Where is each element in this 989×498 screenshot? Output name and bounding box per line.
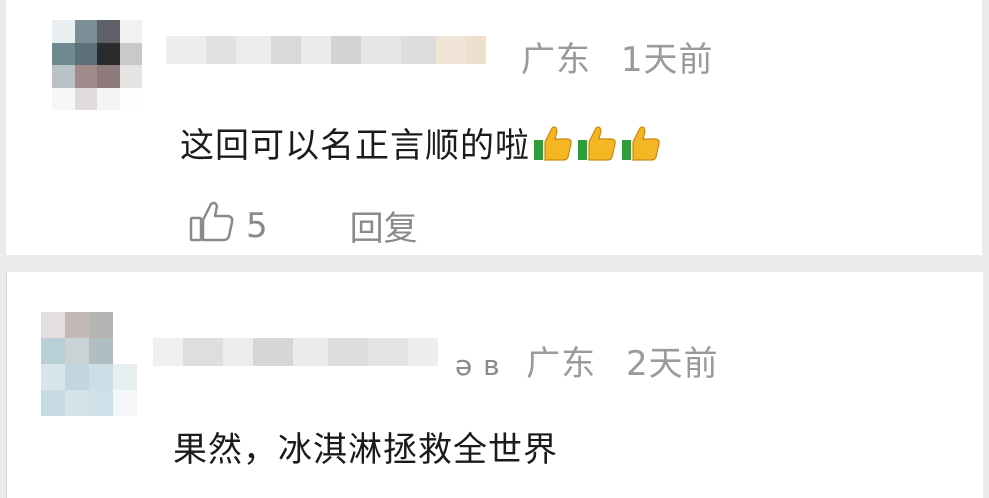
username-suffix: ə ʙ: [455, 349, 501, 382]
user-avatar[interactable]: [52, 20, 142, 110]
username-blurred[interactable]: [166, 36, 486, 64]
like-count: 5: [246, 205, 268, 246]
user-avatar[interactable]: [41, 312, 137, 416]
reply-button[interactable]: 回复: [350, 201, 418, 250]
like-button[interactable]: 5: [188, 198, 268, 253]
location: 广东: [526, 344, 597, 384]
timestamp: 2天前: [625, 344, 719, 384]
username-blurred[interactable]: [153, 338, 438, 366]
thumbs-up-outline-icon: [188, 198, 236, 253]
timestamp: 1天前: [620, 40, 714, 80]
thumbs-up-icon: [620, 123, 662, 172]
comment-meta: 广东 1天前: [521, 32, 713, 81]
comment-card-2: ə ʙ 广东 2天前 果然，冰淇淋拯救全世界: [6, 272, 983, 498]
comment-card-1: 广东 1天前 这回可以名正言顺的啦 5 回复: [6, 0, 982, 255]
thumbs-up-icon: [576, 123, 618, 172]
comment-actions: 5 回复: [188, 198, 418, 253]
comment-text: 这回可以名正言顺的啦: [180, 118, 662, 172]
comment-meta: ə ʙ 广东 2天前: [455, 336, 719, 385]
location: 广东: [521, 40, 591, 80]
comment-text: 果然，冰淇淋拯救全世界: [173, 430, 558, 470]
thumbs-up-icon: [532, 123, 574, 172]
